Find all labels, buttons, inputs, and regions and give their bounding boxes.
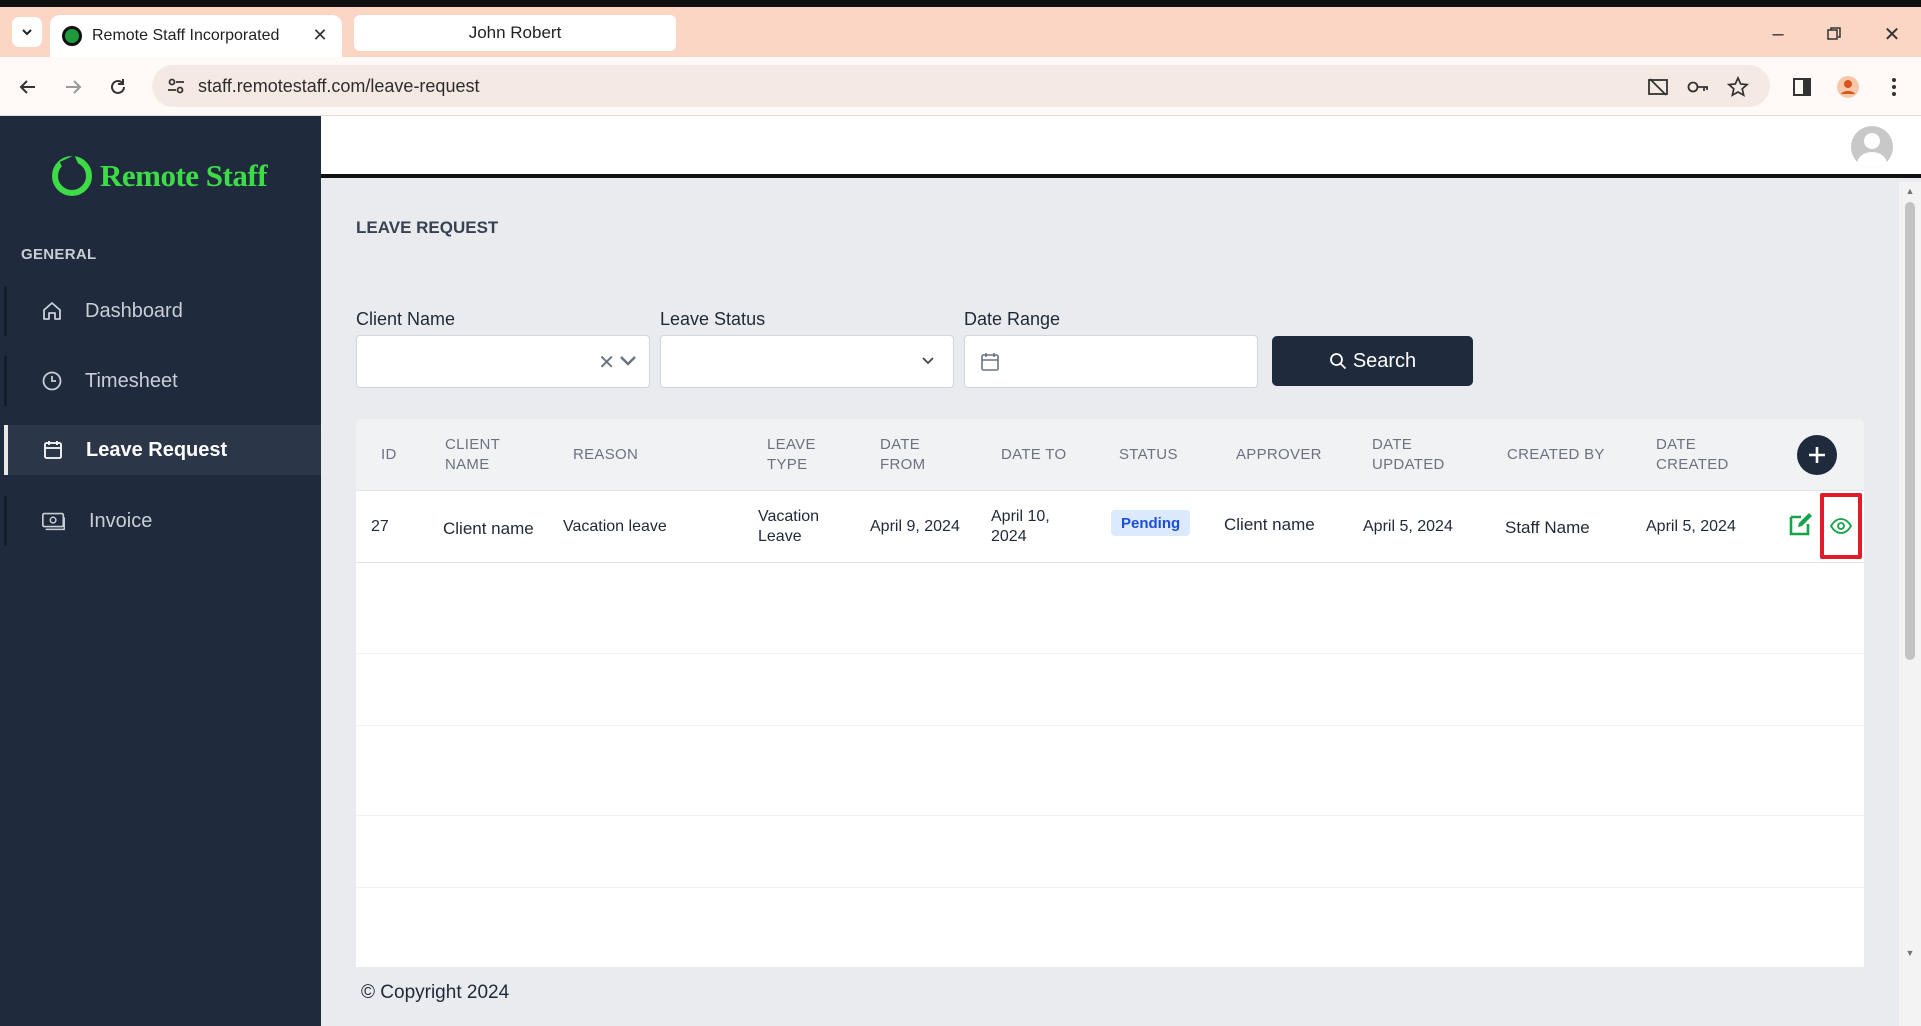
minimize-icon[interactable]: – xyxy=(1760,19,1796,49)
sidebar-item-dashboard[interactable]: Dashboard xyxy=(4,286,321,336)
header-created-by: CREATED BY xyxy=(1507,446,1605,463)
cell-leave-type: Vacation Leave xyxy=(758,508,820,545)
header-status: STATUS xyxy=(1119,446,1178,463)
date-range-input[interactable] xyxy=(964,335,1258,388)
status-badge: Pending xyxy=(1111,510,1191,536)
cell-date-from: April 9, 2024 xyxy=(870,518,960,535)
tab-search-button[interactable] xyxy=(12,17,42,47)
date-range-label: Date Range xyxy=(964,309,1061,329)
cell-approver: Client name xyxy=(1224,515,1315,534)
tab-title: Remote Staff Incorporated xyxy=(92,27,280,44)
main-content: LEAVE REQUEST Client Name ✕ Leave Status… xyxy=(321,182,1921,1026)
browser-tab-other[interactable]: John Robert xyxy=(354,15,676,51)
sidebar-item-invoice[interactable]: Invoice xyxy=(4,496,321,546)
scrollbar-thumb[interactable] xyxy=(1905,202,1915,660)
browser-tab-active[interactable]: Remote Staff Incorporated ✕ xyxy=(50,15,342,57)
tab-title: John Robert xyxy=(468,23,562,42)
close-tab-icon[interactable]: ✕ xyxy=(308,23,332,47)
footer-copyright: © Copyright 2024 xyxy=(361,982,510,1003)
table-row[interactable]: 27 Client name Vacation leave Vacation L… xyxy=(356,491,1864,563)
invoice-icon xyxy=(41,508,67,534)
scroll-down-arrow-icon[interactable]: ▼ xyxy=(1905,948,1915,958)
header-date-to: DATE TO xyxy=(1001,446,1067,463)
cell-date-updated: April 5, 2024 xyxy=(1363,518,1453,535)
chevron-down-icon[interactable] xyxy=(617,350,639,372)
sidebar-item-timesheet[interactable]: Timesheet xyxy=(4,356,321,406)
forward-arrow-icon[interactable] xyxy=(57,71,89,103)
sidebar-item-label: Invoice xyxy=(89,509,153,532)
header-date-created: DATE CREATED xyxy=(1656,436,1729,473)
cell-reason: Vacation leave xyxy=(563,518,667,535)
side-panel-icon[interactable] xyxy=(1786,71,1818,103)
reload-icon[interactable] xyxy=(102,71,134,103)
chevron-down-icon[interactable] xyxy=(917,350,939,372)
cell-id: 27 xyxy=(371,518,389,535)
chevron-down-icon xyxy=(22,29,32,36)
home-icon xyxy=(39,298,65,324)
header-leave-type: LEAVE TYPE xyxy=(767,436,816,473)
header-client-name: CLIENT NAME xyxy=(445,436,501,473)
site-settings-icon[interactable] xyxy=(166,76,186,96)
empty-row-divider xyxy=(356,815,1864,816)
restore-icon[interactable] xyxy=(1816,19,1852,49)
calendar-icon xyxy=(981,353,999,371)
logo-text: Remote Staff xyxy=(100,158,268,193)
header-reason: REASON xyxy=(573,446,639,463)
header-id: ID xyxy=(381,446,397,463)
sidebar-item-leave-request[interactable]: Leave Request xyxy=(4,425,321,475)
page-title: LEAVE REQUEST xyxy=(356,218,499,237)
client-name-label: Client Name xyxy=(356,309,456,329)
bookmark-star-icon[interactable] xyxy=(1726,75,1750,99)
leave-status-label: Leave Status xyxy=(660,309,766,329)
page-scrollbar[interactable]: ▲ ▼ xyxy=(1899,182,1921,1026)
url-field[interactable]: staff.remotestaff.com/leave-request xyxy=(152,65,1770,107)
empty-row-divider xyxy=(356,887,1864,888)
add-leave-request-button[interactable] xyxy=(1797,435,1837,475)
clear-icon[interactable]: ✕ xyxy=(598,350,615,375)
clock-icon xyxy=(39,368,65,394)
brand-logo[interactable]: Remote Staff xyxy=(52,156,268,196)
cell-client-name: Client name xyxy=(443,519,534,538)
sidebar-item-label: Timesheet xyxy=(85,369,178,392)
cell-date-to: April 10, 2024 xyxy=(991,508,1050,545)
empty-row-divider xyxy=(356,653,1864,654)
search-icon xyxy=(1329,353,1346,370)
user-avatar[interactable] xyxy=(1851,126,1893,168)
sidebar: Remote Staff GENERAL Dashboard Timesheet… xyxy=(0,116,321,1026)
close-window-icon[interactable]: ✕ xyxy=(1874,19,1910,49)
empty-row-divider xyxy=(356,725,1864,726)
password-key-icon[interactable] xyxy=(1686,75,1710,99)
site-favicon-icon xyxy=(62,26,82,46)
calendar-icon xyxy=(40,437,66,463)
sidebar-section-title: GENERAL xyxy=(21,246,97,263)
header-approver: APPROVER xyxy=(1236,446,1322,463)
profile-avatar-icon[interactable] xyxy=(1832,71,1864,103)
table-header: ID CLIENT NAME REASON LEAVE TYPE DATE FR… xyxy=(356,419,1864,491)
browser-tab-bar: Remote Staff Incorporated ✕ John Robert … xyxy=(0,7,1921,57)
sidebar-item-label: Dashboard xyxy=(85,299,183,322)
url-text: staff.remotestaff.com/leave-request xyxy=(198,75,480,96)
edit-icon[interactable] xyxy=(1788,511,1814,537)
leave-status-select[interactable] xyxy=(660,335,954,388)
view-button[interactable] xyxy=(1820,493,1862,559)
client-name-select[interactable]: ✕ xyxy=(356,335,650,388)
scroll-up-arrow-icon[interactable]: ▲ xyxy=(1905,186,1915,196)
header-date-updated: DATE UPDATED xyxy=(1372,436,1445,473)
cell-created-by: Staff Name xyxy=(1505,518,1590,537)
top-header xyxy=(321,116,1921,178)
sidebar-item-label: Leave Request xyxy=(86,438,228,461)
header-date-from: DATE FROM xyxy=(880,436,926,473)
browser-address-bar: staff.remotestaff.com/leave-request xyxy=(0,57,1921,116)
search-button[interactable]: Search xyxy=(1272,336,1473,386)
back-arrow-icon[interactable] xyxy=(12,71,44,103)
eye-icon xyxy=(1830,518,1852,534)
window-top-edge xyxy=(0,0,1921,7)
plus-icon xyxy=(1809,447,1825,463)
browser-menu-icon[interactable] xyxy=(1878,71,1910,103)
cell-date-created: April 5, 2024 xyxy=(1646,518,1736,535)
logo-mark-icon xyxy=(52,156,92,196)
leave-request-table: ID CLIENT NAME REASON LEAVE TYPE DATE FR… xyxy=(356,419,1864,967)
search-button-label: Search xyxy=(1352,349,1417,372)
cast-off-icon[interactable] xyxy=(1646,75,1670,99)
